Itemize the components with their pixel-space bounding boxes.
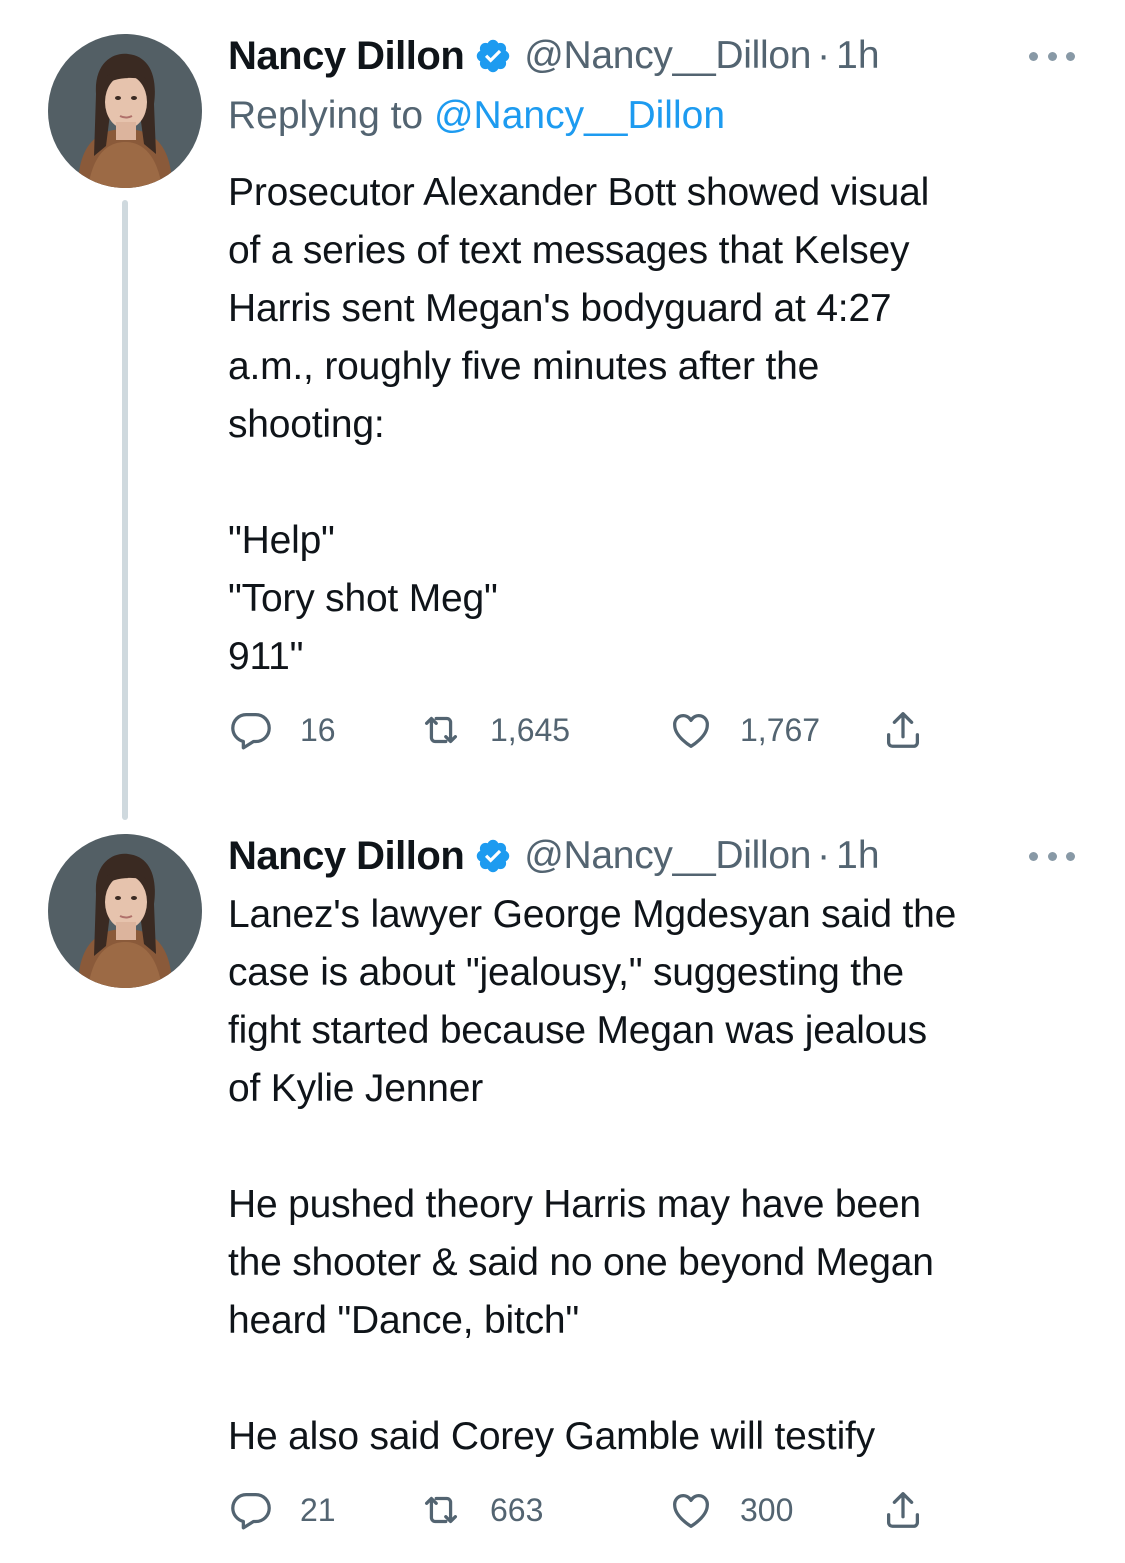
separator-dot: · [817, 34, 831, 77]
tweet-text: Prosecutor Alexander Bott showed visual … [228, 171, 930, 678]
tweet-text: Lanez's lawyer George Mgdesyan said the … [228, 893, 957, 1458]
replying-to: Replying to @Nancy__Dillon [228, 88, 1075, 144]
replying-to-handle-link[interactable]: @Nancy__Dillon [434, 94, 725, 137]
like-count: 1,767 [740, 711, 821, 748]
retweet-icon [418, 1487, 464, 1533]
heart-icon [668, 707, 714, 753]
retweet-button[interactable]: 1,645 [418, 705, 570, 755]
more-options-icon[interactable] [1029, 48, 1075, 64]
reply-count: 16 [300, 711, 336, 748]
tweet-header: Nancy Dillon @Nancy__Dillon · 1h [228, 28, 1075, 84]
avatar[interactable] [48, 834, 202, 988]
reply-button[interactable]: 16 [228, 705, 336, 755]
tweet[interactable]: Nancy Dillon @Nancy__Dillon · 1h Lanez's… [0, 820, 1125, 1563]
thread-connector-line [122, 200, 128, 820]
like-button[interactable]: 1,767 [668, 705, 820, 755]
avatar-image [48, 834, 202, 988]
tweet-content: Nancy Dillon @Nancy__Dillon · 1h Replyin… [228, 28, 1075, 686]
tweet-timestamp[interactable]: 1h [836, 34, 879, 78]
verified-badge-icon [474, 37, 512, 75]
retweet-icon [418, 707, 464, 753]
author-handle[interactable]: @Nancy__Dillon [524, 34, 811, 78]
reply-icon [228, 1487, 274, 1533]
heart-icon [668, 1487, 714, 1533]
author-handle[interactable]: @Nancy__Dillon [524, 834, 811, 878]
share-button[interactable] [880, 1485, 926, 1535]
tweet-content: Nancy Dillon @Nancy__Dillon · 1h Lanez's… [228, 828, 1075, 1466]
retweet-count: 663 [490, 1491, 544, 1528]
author-display-name[interactable]: Nancy Dillon [228, 34, 465, 79]
more-options-icon[interactable] [1029, 848, 1075, 864]
reply-icon [228, 707, 274, 753]
tweet[interactable]: Nancy Dillon @Nancy__Dillon · 1h Replyin… [0, 0, 1125, 820]
avatar[interactable] [48, 34, 202, 188]
reply-count: 21 [300, 1491, 336, 1528]
tweet-timestamp[interactable]: 1h [836, 834, 879, 878]
retweet-count: 1,645 [490, 711, 571, 748]
reply-button[interactable]: 21 [228, 1485, 336, 1535]
author-display-name[interactable]: Nancy Dillon [228, 834, 465, 879]
verified-badge-icon [474, 837, 512, 875]
share-icon [880, 1487, 926, 1533]
share-button[interactable] [880, 705, 926, 755]
like-button[interactable]: 300 [668, 1485, 793, 1535]
like-count: 300 [740, 1491, 794, 1528]
tweet-header: Nancy Dillon @Nancy__Dillon · 1h [228, 828, 1075, 884]
replying-to-prefix: Replying to [228, 94, 434, 137]
share-icon [880, 707, 926, 753]
separator-dot: · [817, 834, 831, 877]
retweet-button[interactable]: 663 [418, 1485, 543, 1535]
avatar-image [48, 34, 202, 188]
